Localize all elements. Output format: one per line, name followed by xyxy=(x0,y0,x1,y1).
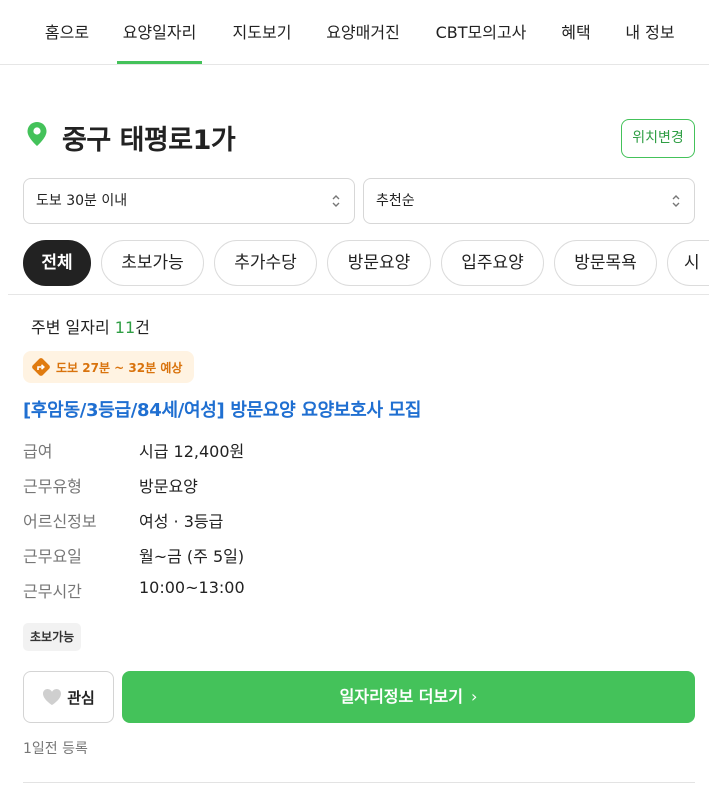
job-detail-label: 일자리정보 더보기 xyxy=(339,687,463,706)
detail-label: 근무시간 xyxy=(23,582,82,601)
sort-select[interactable]: 추천순 xyxy=(363,178,695,224)
detail-value: 10:00~13:00 xyxy=(139,578,245,597)
walk-time-badge: 도보 27분 ~ 32분 예상 xyxy=(23,351,195,383)
detail-value: 시급 12,400원 xyxy=(139,442,245,461)
chip-home-bath[interactable]: 방문목욕 xyxy=(554,240,657,286)
updown-chevron-icon xyxy=(332,195,340,207)
detail-label: 근무요일 xyxy=(23,547,82,566)
chip-extra-pay[interactable]: 추가수당 xyxy=(214,240,317,286)
distance-select[interactable]: 도보 30분 이내 xyxy=(23,178,355,224)
nav-item-jobs[interactable]: 요양일자리 xyxy=(117,0,202,65)
sort-select-value: 추천순 xyxy=(376,193,415,209)
nav-active-indicator xyxy=(117,61,202,64)
distance-select-value: 도보 30분 이내 xyxy=(36,193,128,209)
job-title[interactable]: [후암동/3등급/84세/여성] 방문요양 요양보호사 모집 xyxy=(23,396,421,422)
nav-item-home[interactable]: 홈으로 xyxy=(42,0,92,65)
beginner-tag: 초보가능 xyxy=(23,623,82,651)
chip-beginner[interactable]: 초보가능 xyxy=(101,240,204,286)
nav-item-cbt[interactable]: CBT모의고사 xyxy=(430,0,532,65)
map-pin-icon xyxy=(27,122,47,146)
nav-item-my-info[interactable]: 내 정보 xyxy=(622,0,678,65)
detail-label: 근무유형 xyxy=(23,477,82,496)
walk-time-label: 도보 27분 ~ 32분 예상 xyxy=(56,360,183,375)
like-button[interactable]: 관심 xyxy=(23,671,114,723)
like-label: 관심 xyxy=(67,688,95,707)
detail-value: 월~금 (주 5일) xyxy=(139,547,245,566)
chip-all[interactable]: 전체 xyxy=(23,240,91,286)
job-detail-button[interactable]: 일자리정보 더보기 › xyxy=(122,671,695,723)
top-nav: 홈으로 요양일자리 지도보기 요양매거진 CBT모의고사 혜택 내 정보 xyxy=(0,0,709,65)
divider xyxy=(23,782,695,783)
detail-value: 방문요양 xyxy=(139,477,198,496)
posted-time: 1일전 등록 xyxy=(23,741,88,757)
updown-chevron-icon xyxy=(672,195,680,207)
detail-label: 급여 xyxy=(23,442,53,461)
category-chips: 전체 초보가능 추가수당 방문요양 입주요양 방문목욕 시 xyxy=(0,240,709,288)
divider xyxy=(8,294,709,295)
chip-live-in-care[interactable]: 입주요양 xyxy=(441,240,544,286)
change-location-button[interactable]: 위치변경 xyxy=(621,119,695,158)
job-count: 주변 일자리 11건 xyxy=(31,318,150,337)
nav-item-magazine[interactable]: 요양매거진 xyxy=(322,0,404,65)
location-title: 중구 태평로1가 xyxy=(62,125,236,156)
chevron-right-icon: › xyxy=(470,687,478,706)
nav-item-map[interactable]: 지도보기 xyxy=(229,0,295,65)
detail-label: 어르신정보 xyxy=(23,512,97,531)
detail-value: 여성 · 3등급 xyxy=(139,512,224,531)
nav-item-benefits[interactable]: 혜택 xyxy=(558,0,594,65)
direction-icon xyxy=(32,358,50,376)
chip-home-care[interactable]: 방문요양 xyxy=(327,240,431,286)
heart-icon xyxy=(43,689,62,705)
chip-more[interactable]: 시 xyxy=(667,240,709,286)
